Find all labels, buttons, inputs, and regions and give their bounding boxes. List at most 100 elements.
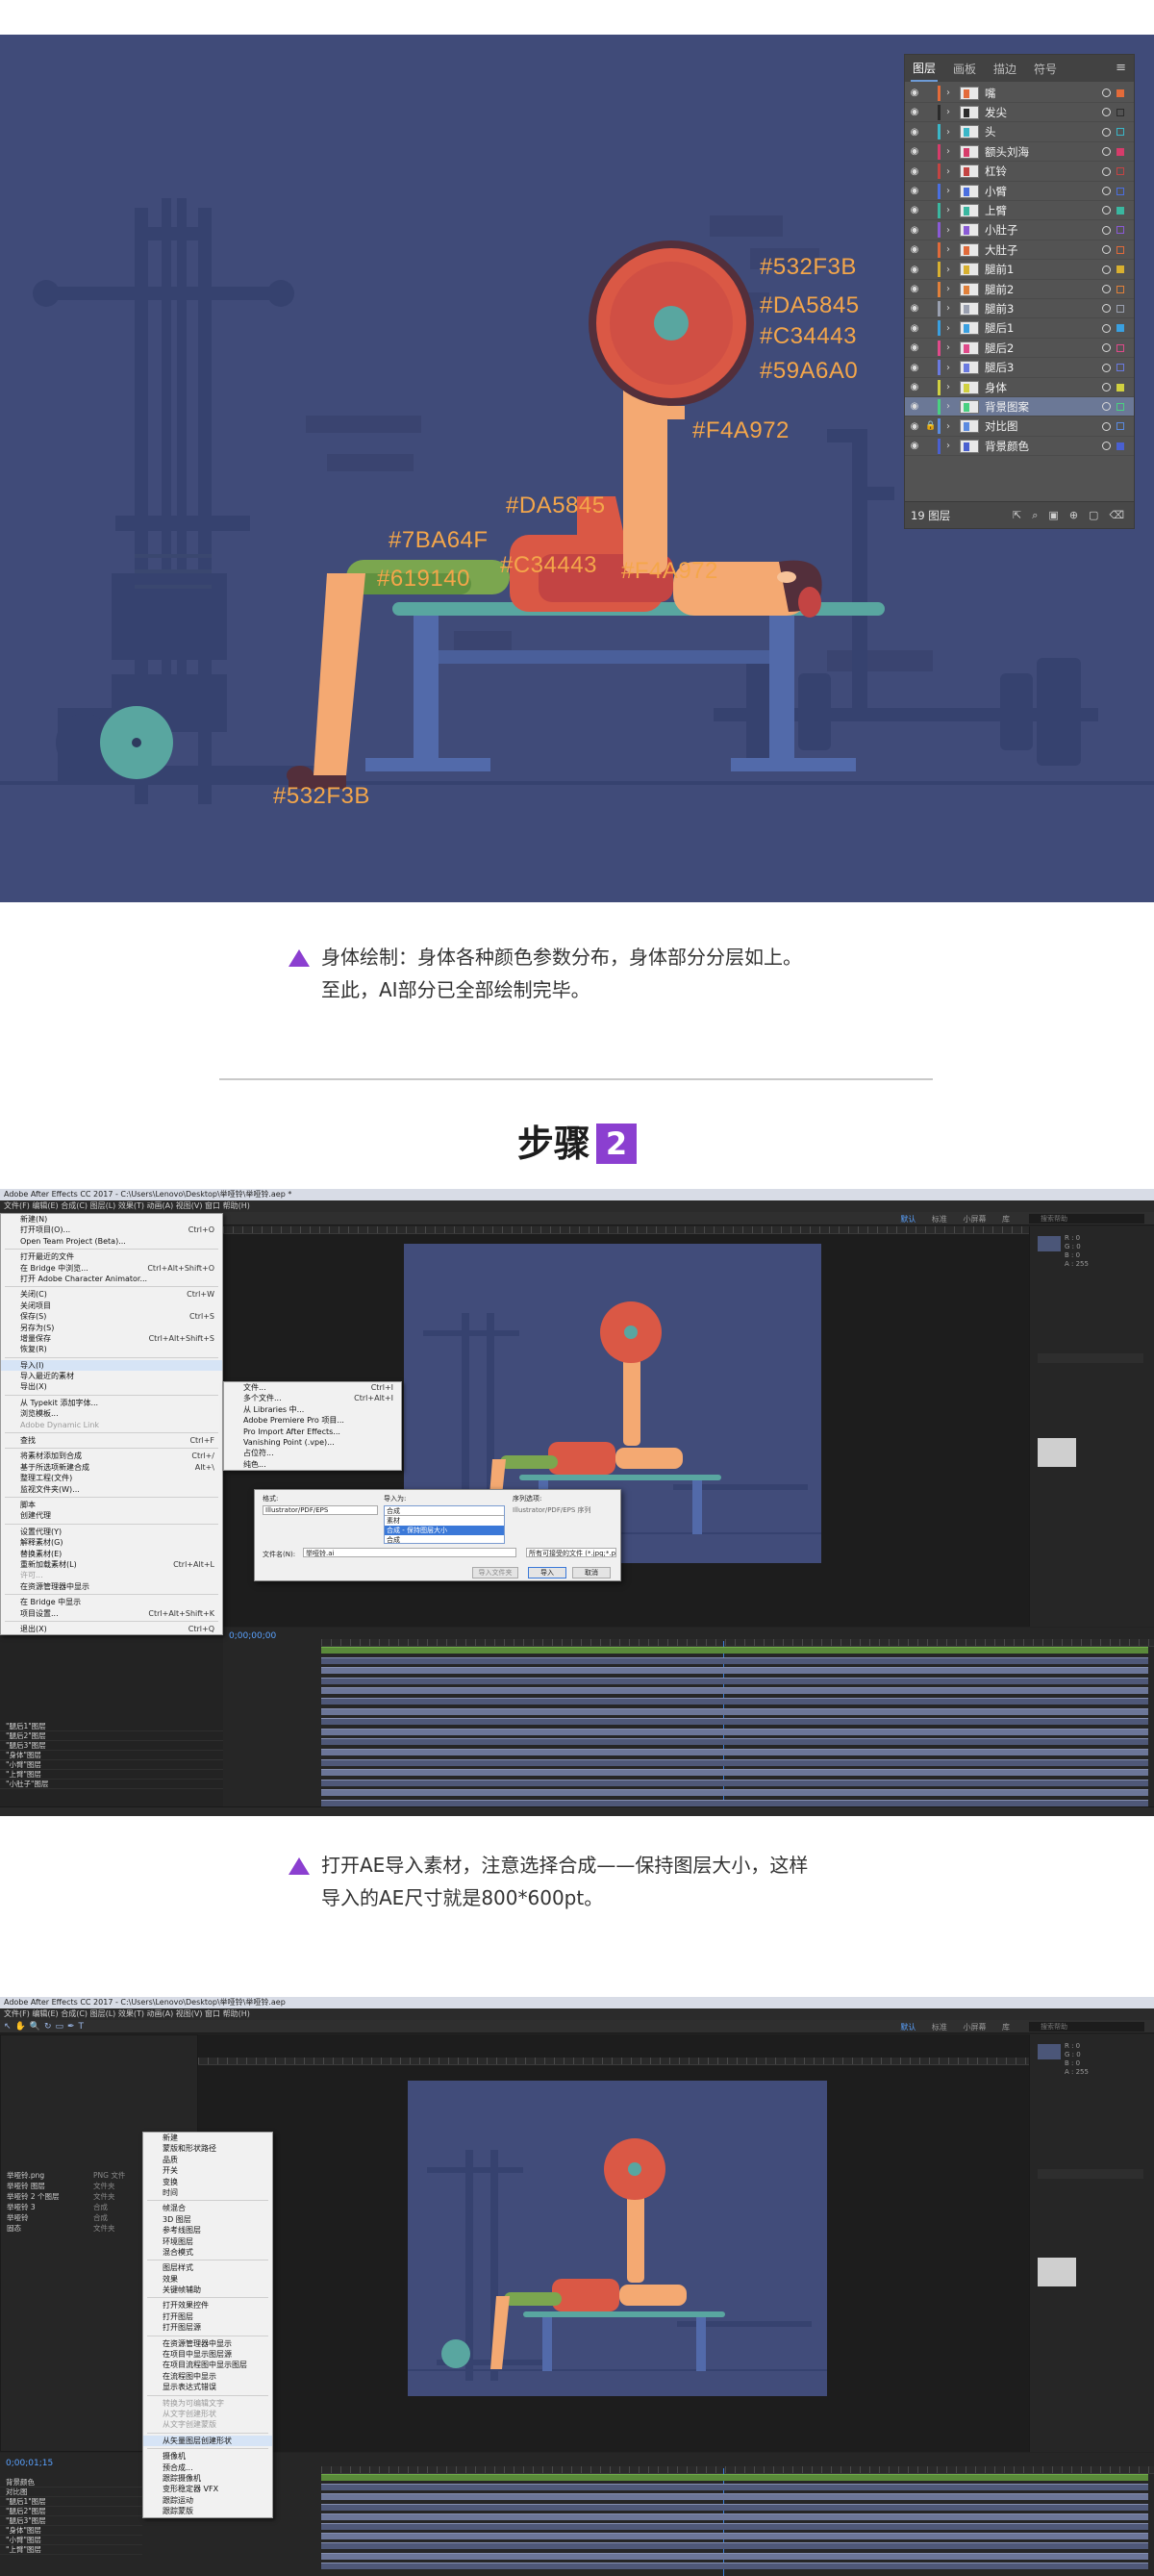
selection-square[interactable] xyxy=(1116,304,1124,313)
visibility-eye-icon[interactable]: ◉ xyxy=(905,205,924,215)
file-menu-item[interactable]: 另存为(S) xyxy=(1,1323,222,1333)
file-menu-item[interactable]: 保存(S) Ctrl+S xyxy=(1,1311,222,1322)
file-menu-item[interactable]: 在 Bridge 中显示 xyxy=(1,1597,222,1607)
file-menu-item[interactable]: 替换素材(E) xyxy=(1,1549,222,1559)
target-circle-icon[interactable] xyxy=(1102,245,1111,255)
timeline-track-bar[interactable] xyxy=(321,2513,1148,2520)
target-circle-icon[interactable] xyxy=(1102,147,1111,157)
target-circle-icon[interactable] xyxy=(1102,363,1111,372)
file-menu-item[interactable]: 导入最近的素材 xyxy=(1,1371,222,1381)
context-menu-item[interactable]: 跟踪运动 xyxy=(143,2495,272,2506)
visibility-eye-icon[interactable]: ◉ xyxy=(905,421,924,432)
import-submenu-item[interactable]: Pro Import After Effects... xyxy=(224,1427,401,1437)
file-menu-item[interactable]: 项目设置... Ctrl+Alt+Shift+K xyxy=(1,1608,222,1619)
selection-square[interactable] xyxy=(1116,383,1124,391)
expand-caret-icon[interactable]: › xyxy=(946,107,960,117)
expand-caret-icon[interactable]: › xyxy=(946,205,960,215)
file-menu-item[interactable]: 重新加载素材(L) Ctrl+Alt+L xyxy=(1,1559,222,1570)
import-as-dropdown[interactable]: 合成 素材 合成 - 保持图层大小 合成 xyxy=(384,1505,505,1544)
tab-layers[interactable]: 图层 xyxy=(911,56,939,82)
selection-square[interactable] xyxy=(1116,285,1124,293)
new-sublayer-icon[interactable]: ⊕ xyxy=(1069,509,1078,522)
file-menu-item[interactable]: 在 Bridge 中浏览... Ctrl+Alt+Shift+O xyxy=(1,1263,222,1274)
timeline-layer-row[interactable]: "腿后2"图层 xyxy=(0,2507,142,2516)
target-circle-icon[interactable] xyxy=(1102,304,1111,314)
file-menu-item[interactable]: 将素材添加到合成 Ctrl+/ xyxy=(1,1451,222,1461)
layer-row[interactable]: ◉ › 腿后1 xyxy=(905,319,1134,339)
timeline-track-bar[interactable] xyxy=(321,2484,1148,2491)
target-circle-icon[interactable] xyxy=(1102,402,1111,412)
trash-icon[interactable]: ⌫ xyxy=(1109,509,1124,522)
file-menu-item[interactable]: 新建(N) xyxy=(1,1214,222,1225)
selection-square[interactable] xyxy=(1116,108,1124,116)
file-menu-item[interactable]: 增量保存 Ctrl+Alt+Shift+S xyxy=(1,1333,222,1344)
context-menu-item[interactable]: 混合模式 xyxy=(143,2247,272,2258)
context-menu-item[interactable]: 跟踪蒙版 xyxy=(143,2506,272,2516)
file-menu-item[interactable]: 导入(I) xyxy=(1,1359,222,1372)
expand-caret-icon[interactable]: › xyxy=(946,127,960,138)
context-menu-item[interactable]: 跟踪摄像机 xyxy=(143,2473,272,2484)
target-circle-icon[interactable] xyxy=(1102,225,1111,235)
context-menu-item[interactable]: 打开图层 xyxy=(143,2311,272,2322)
context-menu-item[interactable]: 在项目中显示图层源 xyxy=(143,2349,272,2360)
visibility-eye-icon[interactable]: ◉ xyxy=(905,88,924,98)
file-menu-item[interactable]: 恢复(R) xyxy=(1,1344,222,1354)
timeline-layer-row[interactable]: "腿后1"图层 xyxy=(0,2497,142,2507)
visibility-eye-icon[interactable]: ◉ xyxy=(905,244,924,255)
target-circle-icon[interactable] xyxy=(1102,265,1111,274)
timeline-layer-row[interactable]: "上臂"图层 xyxy=(0,1770,223,1780)
target-circle-icon[interactable] xyxy=(1102,285,1111,293)
layer-row[interactable]: ◉ › 腿后2 xyxy=(905,339,1134,359)
visibility-eye-icon[interactable]: ◉ xyxy=(905,127,924,138)
context-menu-item[interactable]: 变换 xyxy=(143,2177,272,2187)
import-submenu-item[interactable]: Adobe Premiere Pro 项目... xyxy=(224,1415,401,1426)
target-circle-icon[interactable] xyxy=(1102,343,1111,353)
expand-caret-icon[interactable]: › xyxy=(946,401,960,412)
context-menu-item[interactable]: 图层样式 xyxy=(143,2262,272,2273)
tool-icons[interactable]: ↖✋🔍↻▭✒T xyxy=(4,2022,88,2032)
import-button[interactable]: 导入 xyxy=(528,1567,566,1578)
selection-square[interactable] xyxy=(1116,88,1124,97)
context-menu-item[interactable]: 关键帧辅助 xyxy=(143,2285,272,2295)
target-circle-icon[interactable] xyxy=(1102,383,1111,391)
search-help-input[interactable]: 搜索帮助 xyxy=(1029,1214,1144,1224)
selection-square[interactable] xyxy=(1116,343,1124,352)
file-menu-item[interactable]: 设置代理(Y) xyxy=(1,1527,222,1537)
visibility-eye-icon[interactable]: ◉ xyxy=(905,342,924,353)
selection-square[interactable] xyxy=(1116,206,1124,215)
clipping-mask-icon[interactable]: ▣ xyxy=(1048,509,1058,522)
layer-row[interactable]: ◉ › 小肚子 xyxy=(905,221,1134,240)
layer-row[interactable]: ◉ › 发尖 xyxy=(905,103,1134,123)
context-menu-item[interactable]: 从文字创建蒙版 xyxy=(143,2419,272,2430)
timeline-layer-row[interactable]: "小肚子"图层 xyxy=(0,1780,223,1789)
tab-symbols[interactable]: 符号 xyxy=(1032,57,1059,81)
file-menu-item[interactable]: 打开最近的文件 xyxy=(1,1251,222,1262)
hamburger-icon[interactable]: ≡ xyxy=(1116,61,1126,75)
file-menu-item[interactable]: 导出(X) xyxy=(1,1381,222,1392)
timeline-track-bar[interactable] xyxy=(321,2542,1148,2550)
timeline-track-bar[interactable] xyxy=(321,1677,1148,1684)
file-menu-item[interactable]: 许可... xyxy=(1,1570,222,1580)
expand-caret-icon[interactable]: › xyxy=(946,342,960,353)
import-option-comp[interactable]: 合成 xyxy=(385,1535,504,1545)
expand-caret-icon[interactable]: › xyxy=(946,186,960,196)
selection-square[interactable] xyxy=(1116,187,1124,195)
visibility-eye-icon[interactable]: ◉ xyxy=(905,186,924,196)
workspace-switcher[interactable]: 默认 标准 小屏幕 库 xyxy=(900,2022,1010,2033)
timeline-track-bar[interactable] xyxy=(321,1800,1148,1806)
visibility-eye-icon[interactable]: ◉ xyxy=(905,303,924,314)
visibility-eye-icon[interactable]: ◉ xyxy=(905,363,924,373)
timeline-layer-row[interactable]: "腿后3"图层 xyxy=(0,2516,142,2526)
timeline-track-bar[interactable] xyxy=(321,1769,1148,1777)
context-menu-item[interactable]: 从矢量图层创建形状 xyxy=(143,2435,272,2447)
file-menu-item[interactable]: 从 Typekit 添加字体... xyxy=(1,1398,222,1408)
selection-square[interactable] xyxy=(1116,226,1124,235)
selection-square[interactable] xyxy=(1116,422,1124,431)
import-submenu-item[interactable]: 占位符... xyxy=(224,1448,401,1458)
visibility-eye-icon[interactable]: ◉ xyxy=(905,265,924,275)
layer-row[interactable]: ◉ › 腿前2 xyxy=(905,280,1134,299)
filename-input[interactable]: 举哑铃.ai xyxy=(303,1548,516,1557)
timeline-track-bar[interactable] xyxy=(321,1779,1148,1786)
context-menu-item[interactable]: 参考线图层 xyxy=(143,2225,272,2235)
search-help-input[interactable]: 搜索帮助 xyxy=(1029,2022,1144,2032)
